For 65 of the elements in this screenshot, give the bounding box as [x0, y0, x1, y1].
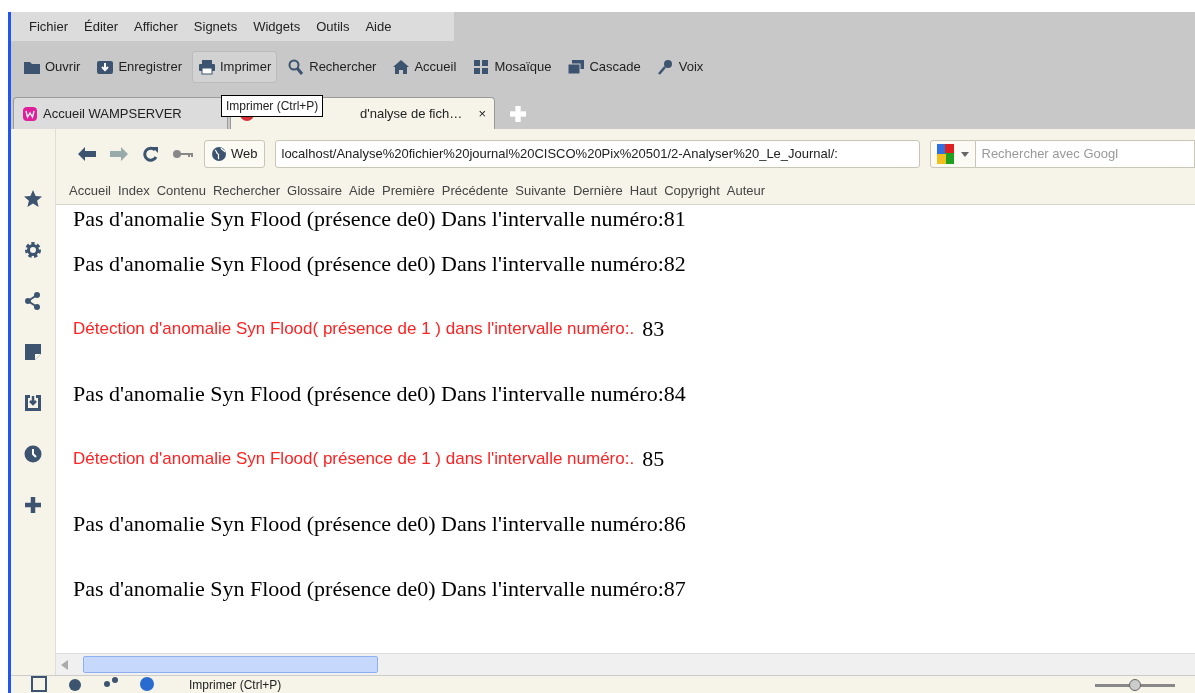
- toolbar-button[interactable]: Rechercher: [281, 51, 383, 83]
- house-icon: [392, 59, 411, 75]
- nav-link[interactable]: Dernière: [569, 181, 626, 201]
- tab-title: Accueil WAMPSERVER: [43, 104, 183, 123]
- panel-icon[interactable]: [31, 676, 47, 692]
- menu-item[interactable]: Afficher: [126, 16, 186, 37]
- log-line: Pas d'anomalie Syn Flood (présence de0) Dans l'intervalle numéro:82: [73, 250, 686, 278]
- close-tab-button[interactable]: ×: [478, 103, 486, 124]
- alert-message: Détection d'anomalie Syn Flood( présence de 1 ) dans l'intervalle numéro:.: [73, 447, 635, 470]
- log-line: Pas d'anomalie Syn Flood (présence de0) Dans l'intervalle numéro:86: [73, 510, 686, 538]
- toolbar-button[interactable]: Accueil: [386, 51, 463, 83]
- nav-link[interactable]: Accueil: [66, 181, 114, 201]
- settings-icon[interactable]: [23, 240, 43, 260]
- folder-icon: [23, 59, 41, 75]
- menu-item[interactable]: Aide: [357, 16, 400, 37]
- toolbar-button[interactable]: Voix: [650, 51, 710, 83]
- nav-link[interactable]: Index: [114, 181, 153, 201]
- interval-number: 85: [642, 445, 665, 473]
- menu-item[interactable]: Widgets: [245, 16, 309, 37]
- download-box-icon: [96, 59, 115, 75]
- search-field[interactable]: Rechercher avec Googl: [975, 139, 1195, 168]
- note-icon[interactable]: [23, 342, 43, 362]
- toolbar-button[interactable]: Imprimer: [191, 51, 278, 83]
- globe-icon: [211, 145, 227, 162]
- address-field[interactable]: localhost/Analyse%20fichier%20journal%20CISCO%20Pix%20501/2-Analyser%20_Le_Journal/:: [274, 139, 920, 168]
- log-line: Pas d'anomalie Syn Flood (présence de0) Dans l'intervalle numéro:81: [73, 205, 686, 233]
- tab-title: d'nalyse de fich…: [360, 104, 464, 123]
- download-tray-icon[interactable]: [23, 393, 43, 413]
- microphone-icon: [656, 59, 675, 75]
- grid-icon: [472, 59, 491, 75]
- interval-number: 83: [642, 315, 665, 343]
- nav-link[interactable]: Contenu: [153, 181, 209, 201]
- scrollbar-thumb[interactable]: [83, 656, 378, 673]
- status-text: Imprimer (Ctrl+P): [189, 677, 282, 693]
- site-info-button[interactable]: Web: [204, 139, 265, 168]
- nav-link[interactable]: Première: [379, 181, 438, 201]
- menu-item[interactable]: Signets: [185, 16, 246, 37]
- toolbar-button[interactable]: Ouvrir: [17, 51, 87, 83]
- menu-item[interactable]: Éditer: [76, 16, 126, 37]
- toolbar-button[interactable]: Mosaïque: [466, 51, 558, 83]
- clock-icon[interactable]: [23, 444, 43, 464]
- plus-icon[interactable]: [23, 495, 43, 515]
- menu-item[interactable]: Fichier: [21, 16, 76, 37]
- log-line: Pas d'anomalie Syn Flood (présence de0) Dans l'intervalle numéro:84: [73, 380, 686, 408]
- browser-tab[interactable]: Accueil WAMPSERVER: [13, 97, 228, 129]
- log-line: Pas d'anomalie Syn Flood (présence de0) Dans l'intervalle numéro:87: [73, 575, 686, 603]
- printer-icon: [197, 59, 216, 75]
- toolbar-button[interactable]: Enregistrer: [90, 51, 188, 83]
- nav-link[interactable]: Précédente: [438, 181, 512, 201]
- menu-item[interactable]: Outils: [308, 16, 358, 37]
- nav-link[interactable]: Copyright: [661, 181, 723, 201]
- nav-link[interactable]: Aide: [346, 181, 379, 201]
- nav-link[interactable]: Glossaire: [284, 181, 345, 201]
- slider-thumb[interactable]: [1129, 679, 1141, 691]
- site-favicon-icon: [22, 105, 38, 122]
- stacked-windows-icon: [567, 59, 586, 75]
- nav-link[interactable]: Rechercher: [209, 181, 284, 201]
- nav-link[interactable]: Auteur: [723, 181, 769, 201]
- star-icon[interactable]: [23, 189, 43, 209]
- tooltip: Imprimer (Ctrl+P): [221, 95, 324, 117]
- nav-link[interactable]: Suivante: [512, 181, 569, 201]
- toolbar-button[interactable]: Cascade: [561, 51, 647, 83]
- nav-link[interactable]: Haut: [626, 181, 661, 201]
- alert-message: Détection d'anomalie Syn Flood( présence de 1 ) dans l'intervalle numéro:.: [73, 317, 635, 340]
- search-icon: [287, 59, 306, 75]
